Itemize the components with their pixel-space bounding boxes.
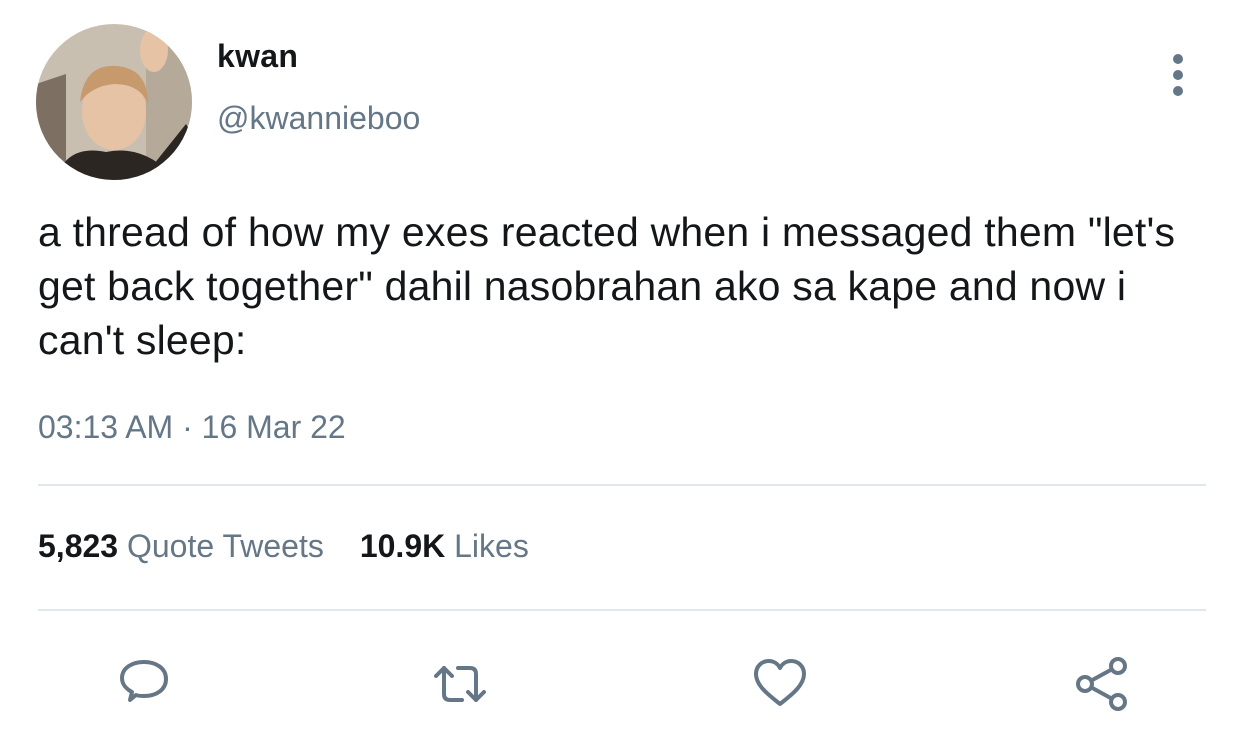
likes-stat[interactable]: 10.9K Likes (360, 528, 529, 565)
quote-tweets-stat[interactable]: 5,823 Quote Tweets (38, 528, 324, 565)
tweet-stats: 5,823 Quote Tweets 10.9K Likes (38, 528, 565, 565)
likes-label: Likes (454, 528, 529, 564)
quote-tweets-label: Quote Tweets (126, 528, 324, 564)
share-icon[interactable] (1070, 652, 1134, 716)
tweet-actions (0, 652, 1242, 716)
retweet-icon[interactable] (428, 652, 492, 716)
heart-icon[interactable] (748, 652, 812, 716)
avatar[interactable] (36, 24, 192, 180)
quote-tweets-count: 5,823 (38, 528, 119, 564)
avatar-photo (36, 24, 192, 180)
tweet-timestamp[interactable]: 03:13 AM · 16 Mar 22 (38, 409, 346, 446)
more-vertical-icon[interactable] (1158, 50, 1198, 100)
author-display-name[interactable]: kwan (217, 38, 298, 75)
divider (38, 609, 1206, 611)
divider (38, 484, 1206, 486)
tweet-text: a thread of how my exes reacted when i m… (38, 209, 1176, 363)
author-handle[interactable]: @kwannieboo (217, 100, 420, 137)
likes-count: 10.9K (359, 528, 446, 564)
reply-icon[interactable] (112, 652, 176, 716)
